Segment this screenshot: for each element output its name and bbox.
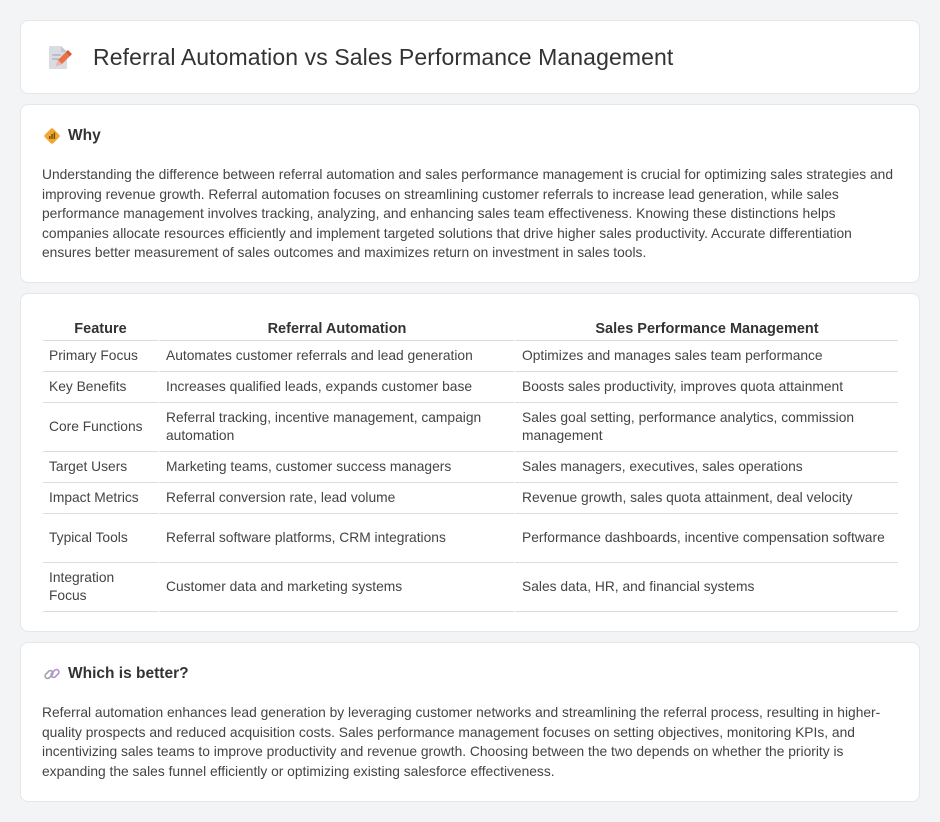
row-feature: Key Benefits: [43, 372, 158, 403]
row-referral-value: Marketing teams, customer success manage…: [158, 452, 514, 483]
row-referral-value: Referral software platforms, CRM integra…: [158, 514, 514, 563]
why-heading-row: Why: [43, 127, 101, 145]
which-better-card: Which is better? Referral automation enh…: [20, 642, 920, 802]
comparison-table: Feature Referral Automation Sales Perfor…: [43, 315, 898, 612]
link-icon: [43, 665, 61, 683]
table-row: Impact Metrics Referral conversion rate,…: [43, 483, 898, 514]
comparison-card: Feature Referral Automation Sales Perfor…: [20, 293, 920, 632]
header-card: Referral Automation vs Sales Performance…: [20, 20, 920, 94]
row-sales-value: Revenue growth, sales quota attainment, …: [514, 483, 898, 514]
better-heading-row: Which is better?: [43, 665, 189, 683]
row-feature: Target Users: [43, 452, 158, 483]
table-header-row: Feature Referral Automation Sales Perfor…: [43, 315, 898, 341]
page-title: Referral Automation vs Sales Performance…: [93, 43, 674, 70]
row-sales-value: Performance dashboards, incentive compen…: [514, 514, 898, 563]
better-paragraph: Referral automation enhances lead genera…: [42, 705, 881, 779]
row-sales-value: Boosts sales productivity, improves quot…: [514, 372, 898, 403]
table-row: Primary Focus Automates customer referra…: [43, 341, 898, 372]
title-row: Referral Automation vs Sales Performance…: [46, 43, 673, 71]
row-referral-value: Customer data and marketing systems: [158, 563, 514, 612]
why-heading: Why: [68, 127, 101, 144]
row-sales-value: Sales data, HR, and financial systems: [514, 563, 898, 612]
why-card: Why Understanding the difference between…: [20, 104, 920, 283]
table-row: Integration Focus Customer data and mark…: [43, 563, 898, 612]
row-referral-value: Increases qualified leads, expands custo…: [158, 372, 514, 403]
column-header-sales-performance: Sales Performance Management: [514, 315, 898, 341]
row-feature: Primary Focus: [43, 341, 158, 372]
better-heading: Which is better?: [68, 665, 189, 682]
row-referral-value: Referral conversion rate, lead volume: [158, 483, 514, 514]
column-header-referral-automation: Referral Automation: [158, 315, 514, 341]
table-row: Core Functions Referral tracking, incent…: [43, 403, 898, 452]
row-feature: Integration Focus: [43, 563, 158, 612]
table-row: Typical Tools Referral software platform…: [43, 514, 898, 563]
row-feature: Impact Metrics: [43, 483, 158, 514]
row-feature: Core Functions: [43, 403, 158, 452]
row-sales-value: Optimizes and manages sales team perform…: [514, 341, 898, 372]
row-sales-value: Sales managers, executives, sales operat…: [514, 452, 898, 483]
table-row: Key Benefits Increases qualified leads, …: [43, 372, 898, 403]
diamond-signal-icon: [43, 127, 61, 145]
table-row: Target Users Marketing teams, customer s…: [43, 452, 898, 483]
row-sales-value: Sales goal setting, performance analytic…: [514, 403, 898, 452]
row-feature: Typical Tools: [43, 514, 158, 563]
column-header-feature: Feature: [43, 315, 158, 341]
document-pencil-icon: [46, 43, 72, 71]
why-paragraph: Understanding the difference between ref…: [42, 167, 894, 261]
row-referral-value: Automates customer referrals and lead ge…: [158, 341, 514, 372]
row-referral-value: Referral tracking, incentive management,…: [158, 403, 514, 452]
